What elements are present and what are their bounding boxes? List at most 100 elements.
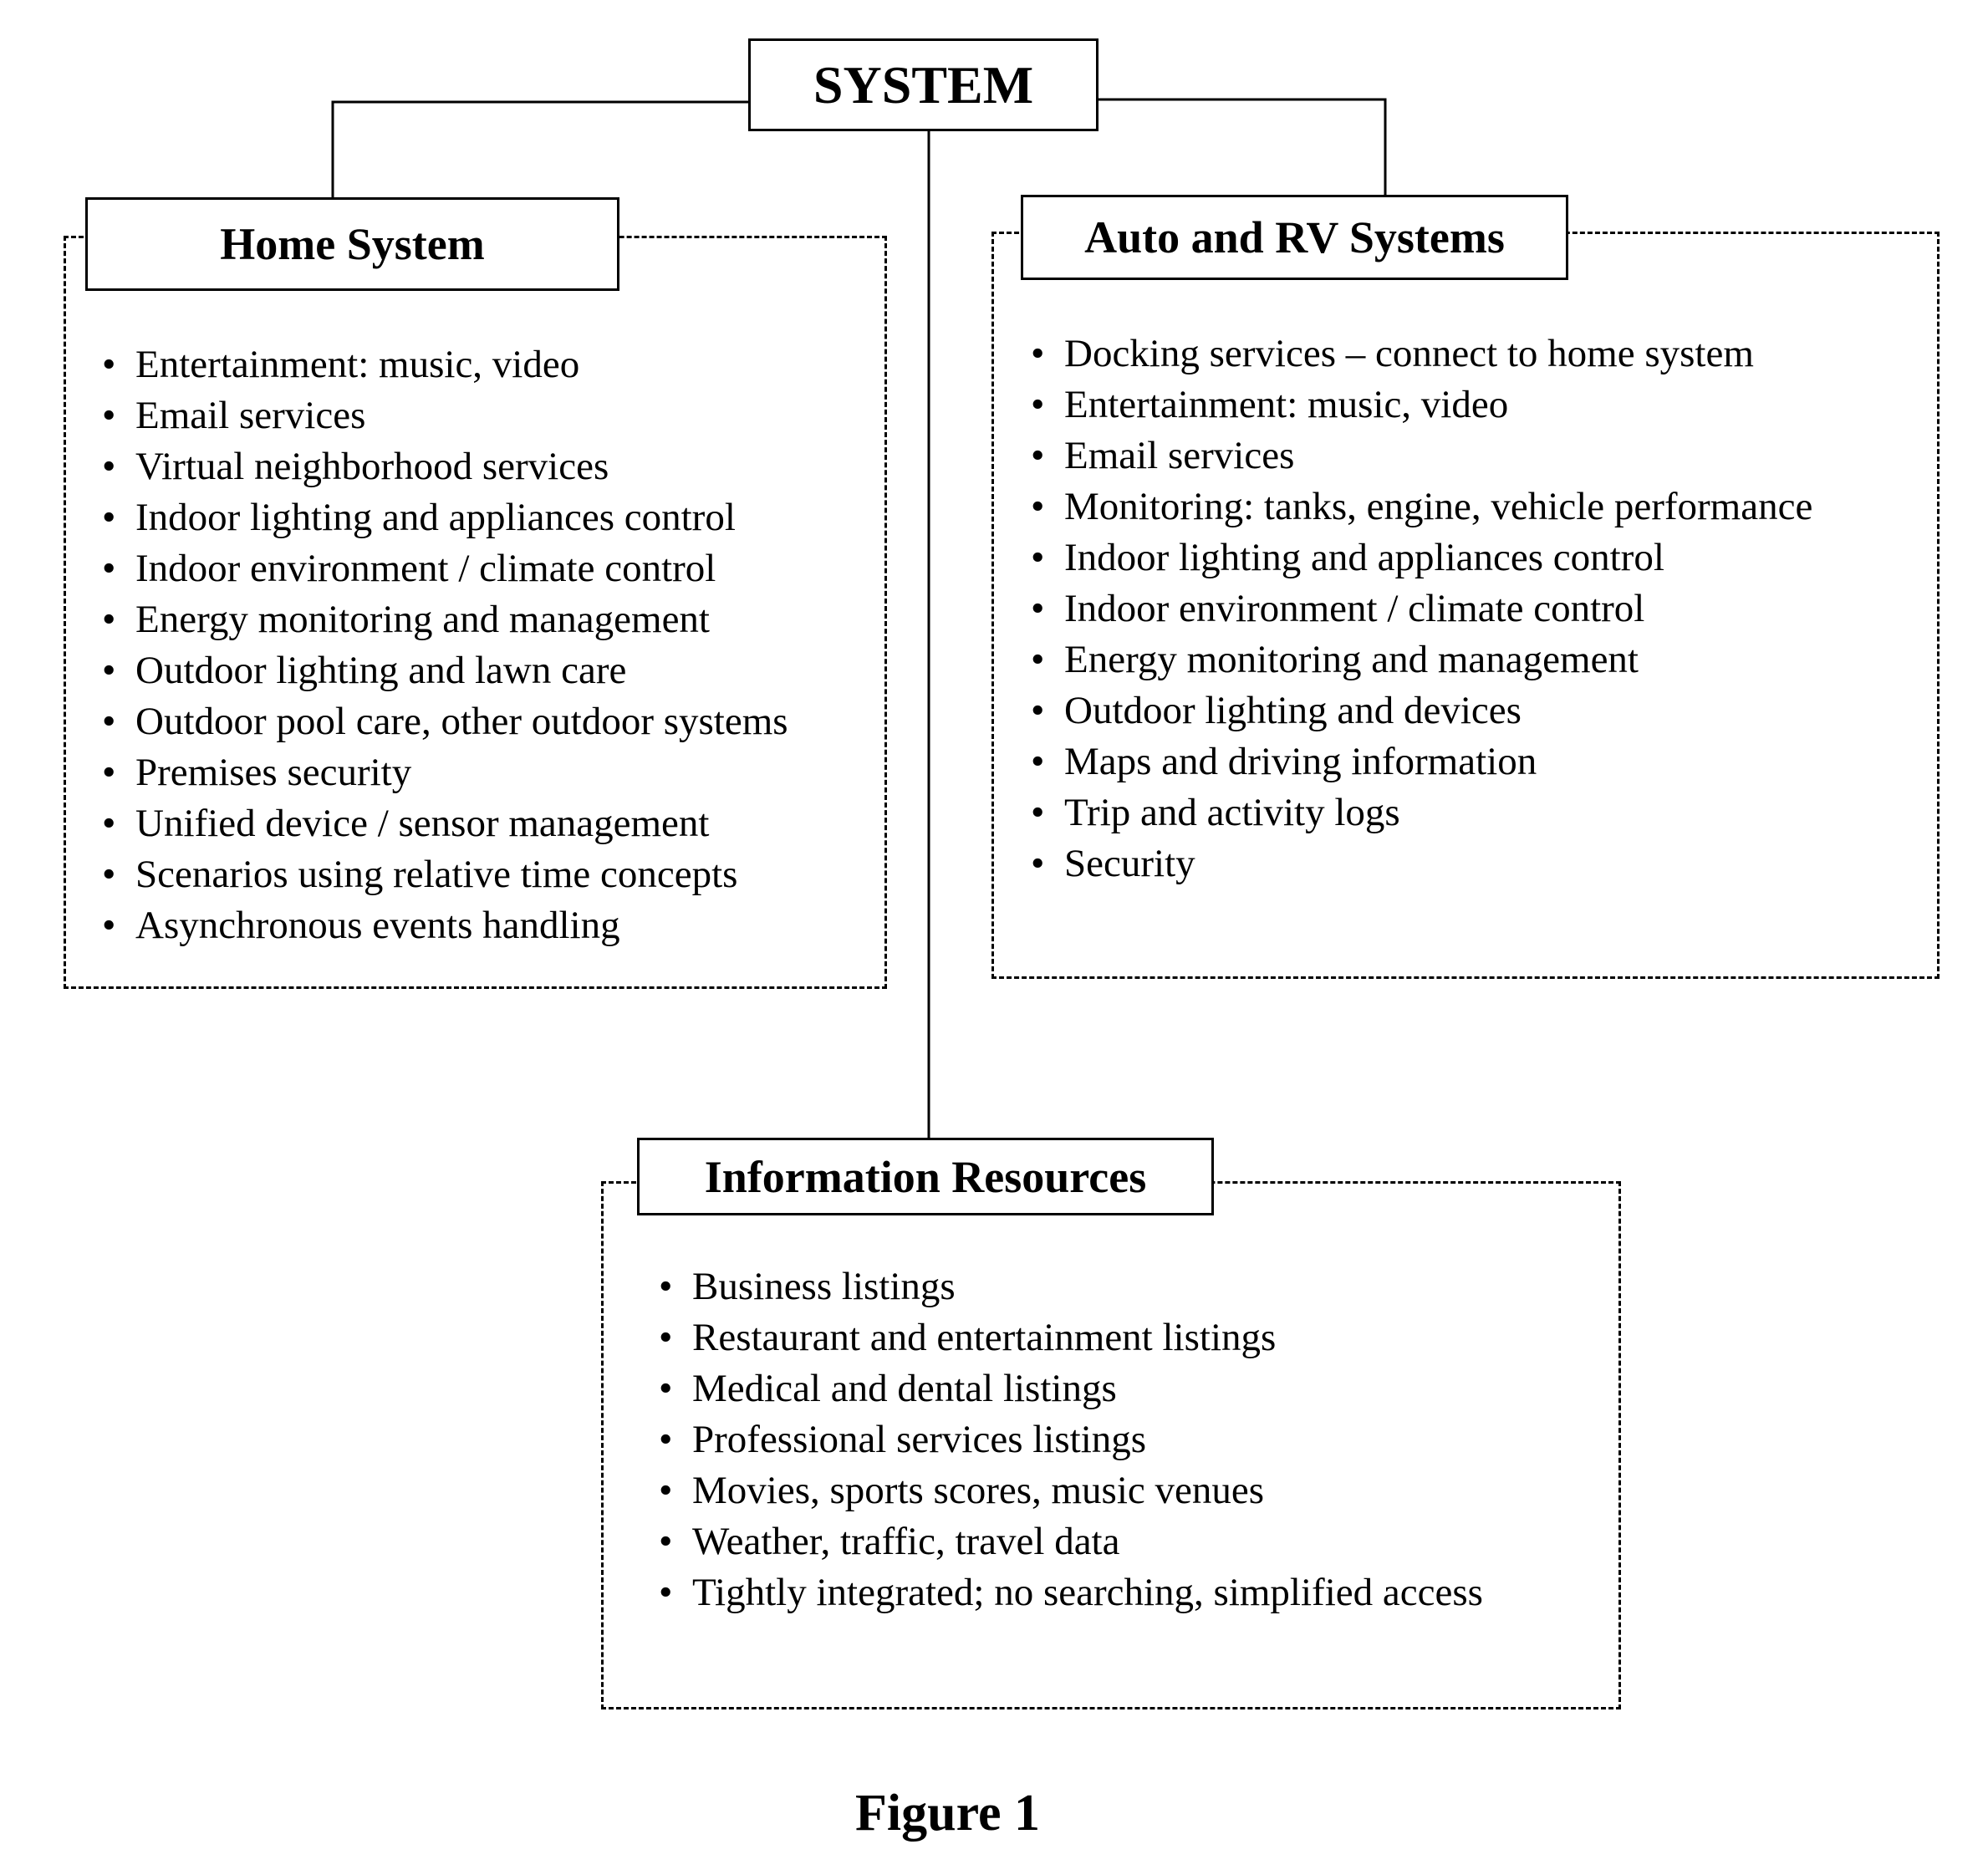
list-item: • Tightly integrated; no searching, simpl… [659,1567,1483,1618]
list-item-text: Indoor lighting and appliances control [135,496,736,539]
bullet-icon: • [1031,332,1045,375]
list-item: • Security [1031,838,1812,889]
bullet-icon: • [102,394,116,437]
list-item: • Indoor lighting and appliances control [1031,532,1812,583]
list-item-text: Indoor environment / climate control [1064,587,1645,630]
list-item-text: Indoor environment / climate control [135,547,716,590]
information-resources-title-box: Information Resources [637,1138,1214,1215]
connector-system-to-auto [1098,98,1387,195]
system-root-box: SYSTEM [748,38,1098,131]
bullet-icon: • [102,598,116,641]
bullet-icon: • [1031,587,1045,630]
list-item-text: Security [1064,842,1195,885]
list-item-text: Maps and driving information [1064,740,1537,783]
list-item: • Maps and driving information [1031,736,1812,787]
list-item: • Docking services – connect to home syst… [1031,329,1812,380]
list-item-text: Docking services – connect to home syste… [1064,332,1754,375]
information-resources-title: Information Resources [704,1151,1147,1202]
list-item-text: Business listings [692,1265,956,1308]
home-system-title: Home System [220,219,485,269]
list-item-text: Movies, sports scores, music venues [692,1469,1265,1512]
list-item-text: Outdoor lighting and lawn care [135,649,627,692]
list-item: • Indoor environment / climate control [1031,583,1812,634]
list-item: • Entertainment: music, video [102,339,788,390]
bullet-icon: • [1031,689,1045,732]
list-item: • Trip and activity logs [1031,787,1812,838]
bullet-icon: • [659,1316,673,1359]
auto-rv-systems-title: Auto and RV Systems [1084,212,1505,262]
auto-rv-systems-title-box: Auto and RV Systems [1021,195,1568,280]
bullet-icon: • [659,1520,673,1563]
list-item: • Monitoring: tanks, engine, vehicle perf… [1031,481,1812,532]
bullet-icon: • [1031,791,1045,834]
bullet-icon: • [659,1265,673,1308]
list-item: • Virtual neighborhood services [102,441,788,492]
list-item-text: Energy monitoring and management [1064,638,1639,681]
connector-system-to-home [331,100,748,197]
list-item-text: Outdoor lighting and devices [1064,689,1522,732]
bullet-icon: • [102,445,116,488]
list-item-text: Medical and dental listings [692,1367,1117,1410]
bullet-icon: • [102,700,116,743]
list-item-text: Monitoring: tanks, engine, vehicle perfo… [1064,485,1813,528]
list-item: • Energy monitoring and management [102,594,788,645]
bullet-icon: • [659,1367,673,1410]
bullet-icon: • [1031,383,1045,426]
list-item-text: Entertainment: music, video [135,343,580,386]
list-item: • Outdoor pool care, other outdoor system… [102,696,788,747]
system-root-label: SYSTEM [813,54,1034,115]
bullet-icon: • [1031,638,1045,681]
list-item: • Movies, sports scores, music venues [659,1465,1483,1516]
list-item-text: Virtual neighborhood services [135,445,609,488]
home-system-list: • Entertainment: music, video • Email servi… [102,339,788,951]
list-item-text: Energy monitoring and management [135,598,710,641]
bullet-icon: • [1031,536,1045,579]
list-item: • Medical and dental listings [659,1363,1483,1414]
list-item: • Premises security [102,747,788,798]
bullet-icon: • [1031,842,1045,885]
list-item-text: Indoor lighting and appliances control [1064,536,1664,579]
list-item: • Scenarios using relative time concepts [102,849,788,900]
list-item: • Restaurant and entertainment listings [659,1312,1483,1363]
auto-rv-systems-list: • Docking services – connect to home syst… [1031,329,1812,889]
list-item-text: Professional services listings [692,1418,1147,1461]
bullet-icon: • [1031,485,1045,528]
list-item: • Unified device / sensor management [102,798,788,849]
bullet-icon: • [102,853,116,896]
bullet-icon: • [102,904,116,947]
figure-caption: Figure 1 [855,1785,1040,1842]
list-item-text: Premises security [135,751,412,794]
bullet-icon: • [659,1469,673,1512]
bullet-icon: • [102,649,116,692]
list-item: • Entertainment: music, video [1031,380,1812,431]
bullet-icon: • [1031,434,1045,477]
list-item-text: Tightly integrated; no searching, simpli… [692,1571,1483,1614]
bullet-icon: • [102,547,116,590]
list-item-text: Trip and activity logs [1064,791,1400,834]
list-item-text: Entertainment: music, video [1064,383,1509,426]
list-item: • Asynchronous events handling [102,900,788,951]
information-resources-list: • Business listings • Restaurant and entert… [659,1261,1483,1618]
bullet-icon: • [659,1418,673,1461]
list-item-text: Email services [1064,434,1295,477]
bullet-icon: • [102,802,116,845]
list-item: • Professional services listings [659,1414,1483,1465]
bullet-icon: • [102,343,116,386]
home-system-title-box: Home System [85,197,619,291]
list-item: • Indoor lighting and appliances control [102,492,788,543]
bullet-icon: • [102,496,116,539]
list-item-text: Email services [135,394,366,437]
list-item-text: Unified device / sensor management [135,802,710,845]
list-item: • Energy monitoring and management [1031,634,1812,685]
list-item-text: Asynchronous events handling [135,904,620,947]
list-item-text: Outdoor pool care, other outdoor systems [135,700,788,743]
bullet-icon: • [659,1571,673,1614]
list-item-text: Weather, traffic, travel data [692,1520,1120,1563]
list-item-text: Restaurant and entertainment listings [692,1316,1277,1359]
list-item: • Indoor environment / climate control [102,543,788,594]
list-item: • Weather, traffic, travel data [659,1516,1483,1567]
bullet-icon: • [102,751,116,794]
list-item-text: Scenarios using relative time concepts [135,853,738,896]
list-item: • Outdoor lighting and lawn care [102,645,788,696]
bullet-icon: • [1031,740,1045,783]
